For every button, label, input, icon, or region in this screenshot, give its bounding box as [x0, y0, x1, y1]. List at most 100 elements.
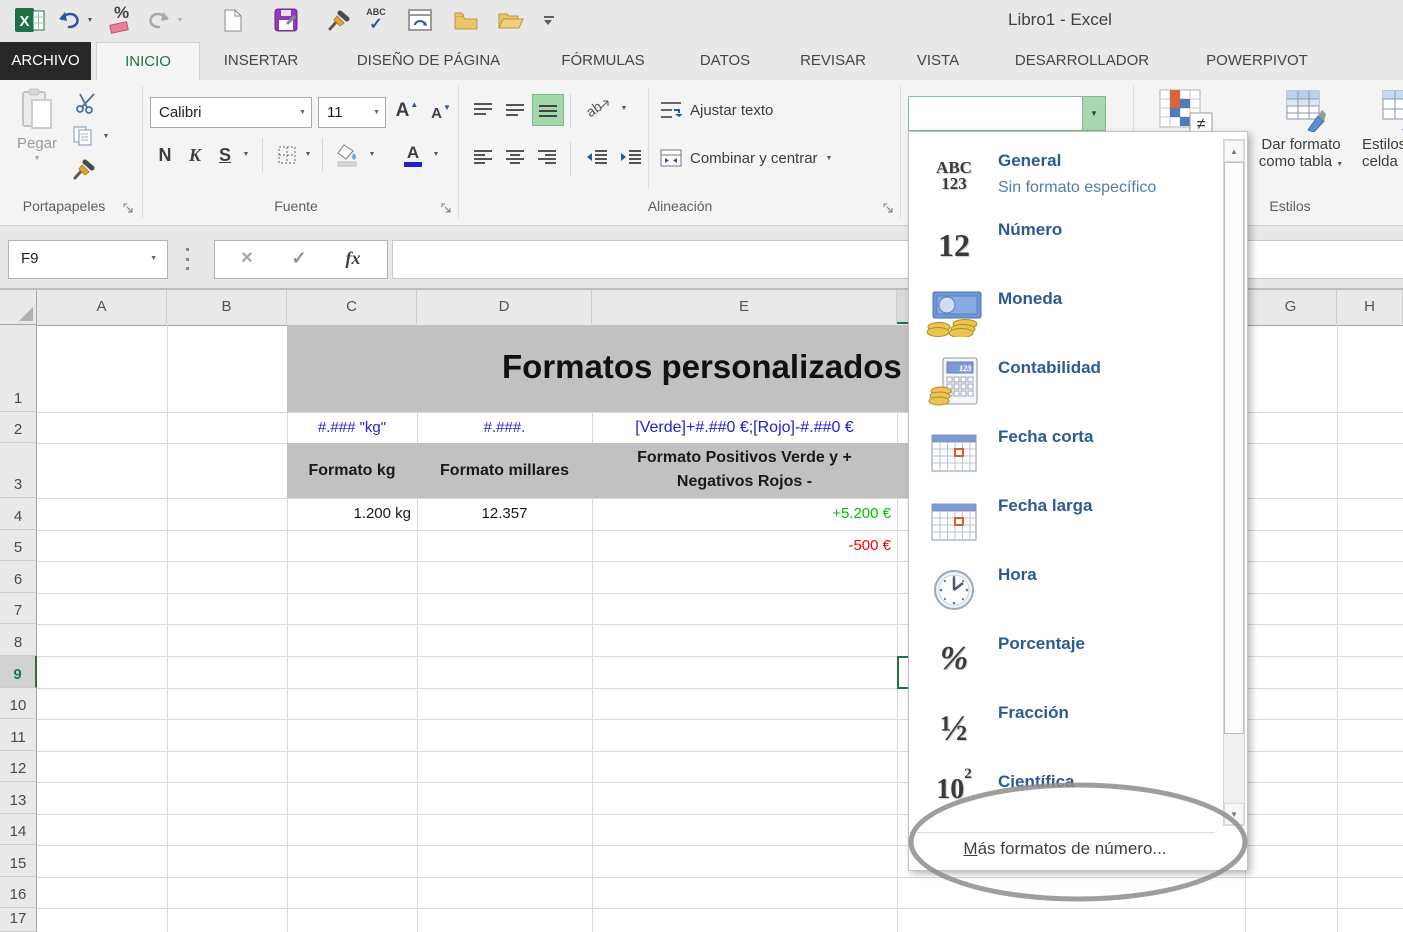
cell-c3-header-kg[interactable]: Formato kg [287, 443, 417, 498]
row-header-8[interactable]: 8 [0, 624, 37, 656]
format-option-general[interactable]: ABC123 General Sin formato específico [910, 142, 1220, 211]
column-header-B[interactable]: B [167, 290, 287, 324]
underline-dropdown-arrow-icon[interactable]: ▼ [240, 148, 252, 160]
increase-indent-button[interactable] [616, 142, 646, 172]
column-header-H[interactable]: H [1337, 290, 1403, 324]
row-header-7[interactable]: 7 [0, 593, 37, 624]
copy-button[interactable] [70, 124, 96, 148]
row-header-9[interactable]: 9 [0, 656, 37, 688]
open-recent-folder-button[interactable] [450, 4, 482, 36]
open-folder-button[interactable] [494, 4, 528, 36]
fill-color-button[interactable] [334, 140, 362, 170]
font-color-button[interactable]: A [400, 140, 426, 170]
cell-styles-button[interactable] [1382, 88, 1403, 134]
column-header-C[interactable]: C [287, 290, 417, 324]
cell-c4-value-kg[interactable]: 1.200 kg [287, 498, 411, 530]
format-option-contabilidad[interactable]: 123 Contabilidad [910, 349, 1220, 418]
align-bottom-button[interactable] [532, 94, 564, 126]
formula-input[interactable] [392, 240, 1403, 279]
column-header-A[interactable]: A [37, 290, 167, 324]
column-header-D[interactable]: D [417, 290, 592, 324]
font-family-combo[interactable]: Calibri ▼ [150, 97, 312, 128]
cell-e2-format-colors-code[interactable]: [Verde]+#.##0 €;[Rojo]-#.##0 € [592, 412, 897, 443]
decrease-font-button[interactable]: A▼ [426, 98, 456, 128]
orientation-button[interactable]: ab [582, 94, 614, 124]
cell-e3-header-colors[interactable]: Formato Positivos Verde y + Negativos Ro… [592, 446, 897, 496]
font-dialog-launcher-icon[interactable] [440, 202, 452, 214]
name-box-separator[interactable] [186, 248, 190, 270]
clear-formats-button[interactable]: % [106, 4, 140, 36]
name-box[interactable]: F9 ▼ [8, 240, 168, 279]
column-header-E[interactable]: E [592, 290, 897, 324]
spelling-button[interactable]: ABC ✓ [358, 4, 394, 36]
undo-dropdown-arrow-icon[interactable]: ▼ [84, 4, 96, 36]
wrap-text-button[interactable]: Ajustar texto [660, 98, 880, 122]
format-option-numero[interactable]: 12 Número [910, 211, 1220, 280]
align-top-button[interactable] [468, 94, 498, 124]
tab-vista[interactable]: VISTA [906, 42, 970, 80]
clipboard-dialog-launcher-icon[interactable] [122, 202, 134, 214]
format-option-hora[interactable]: Hora [910, 556, 1220, 625]
italic-button[interactable]: K [182, 140, 208, 170]
row-header-12[interactable]: 12 [0, 751, 37, 782]
increase-font-button[interactable]: A▲ [392, 96, 422, 126]
format-option-fecha-corta[interactable]: Fecha corta [910, 418, 1220, 487]
cell-d4-value-thousands[interactable]: 12.357 [417, 498, 592, 530]
format-option-fraccion[interactable]: ½ Fracción [910, 694, 1220, 763]
tab-inicio[interactable]: INICIO [96, 42, 200, 81]
undo-button[interactable] [54, 4, 84, 36]
tab-revisar[interactable]: REVISAR [795, 42, 871, 80]
row-header-5[interactable]: 5 [0, 530, 37, 561]
row-header-2[interactable]: 2 [0, 412, 37, 443]
decrease-indent-button[interactable] [582, 142, 612, 172]
tab-diseno-de-pagina[interactable]: DISEÑO DE PÁGINA [341, 42, 516, 80]
new-document-button[interactable] [218, 4, 248, 36]
underline-button[interactable]: S [212, 140, 238, 170]
number-format-dropdown-button[interactable]: ▼ [1082, 97, 1105, 130]
row-header-3[interactable]: 3 [0, 443, 37, 498]
redo-button[interactable] [144, 4, 174, 36]
column-header-G[interactable]: G [1245, 290, 1337, 324]
row-header-11[interactable]: 11 [0, 719, 37, 751]
row-header-17[interactable]: 17 [0, 908, 37, 932]
borders-button[interactable] [274, 142, 300, 168]
number-format-combo[interactable]: ▼ [908, 96, 1106, 131]
align-left-button[interactable] [468, 142, 498, 172]
align-right-button[interactable] [532, 142, 562, 172]
redo-dropdown-arrow-icon[interactable]: ▼ [174, 4, 186, 36]
row-header-15[interactable]: 15 [0, 845, 37, 877]
switch-windows-button[interactable] [404, 4, 436, 36]
format-painter-icon[interactable] [324, 4, 354, 36]
align-middle-button[interactable] [500, 94, 530, 124]
cell-e5-value-negative[interactable]: -500 € [592, 530, 891, 561]
cut-button[interactable] [72, 90, 100, 116]
format-option-cientifica[interactable]: 102 Científica [910, 763, 1220, 832]
alignment-dialog-launcher-icon[interactable] [882, 202, 894, 214]
merge-center-button[interactable]: Combinar y centrar ▼ [660, 146, 890, 170]
format-as-table-button[interactable] [1284, 88, 1328, 134]
row-header-14[interactable]: 14 [0, 814, 37, 845]
fill-color-dropdown-arrow-icon[interactable]: ▼ [366, 148, 378, 160]
select-all-button[interactable] [0, 290, 37, 325]
tab-powerpivot[interactable]: POWERPIVOT [1198, 42, 1316, 80]
cell-d2-format-thousands-code[interactable]: #.###. [417, 412, 592, 443]
borders-dropdown-arrow-icon[interactable]: ▼ [302, 148, 314, 160]
scroll-up-icon[interactable]: ▲ [1224, 140, 1244, 162]
tab-desarrollador[interactable]: DESARROLLADOR [1005, 42, 1159, 80]
align-center-button[interactable] [500, 142, 530, 172]
format-option-moneda[interactable]: Moneda [910, 280, 1220, 349]
save-button[interactable] [270, 4, 302, 36]
font-size-combo[interactable]: 11 ▼ [318, 97, 386, 128]
format-painter-button[interactable] [70, 156, 98, 182]
format-option-fecha-larga[interactable]: Fecha larga [910, 487, 1220, 556]
bold-button[interactable]: N [152, 140, 178, 170]
copy-dropdown-arrow-icon[interactable]: ▼ [100, 130, 112, 142]
insert-function-button[interactable]: fx [333, 241, 373, 276]
confirm-entry-button[interactable] [279, 241, 319, 276]
cell-styles-label[interactable]: Estilos de celda [1362, 136, 1403, 170]
orientation-dropdown-arrow-icon[interactable]: ▼ [618, 102, 630, 114]
cell-e4-value-positive[interactable]: +5.200 € [592, 498, 891, 530]
tab-formulas[interactable]: FÓRMULAS [547, 42, 659, 80]
format-as-table-label[interactable]: Dar formato como tabla ▼ [1243, 136, 1359, 170]
row-header-10[interactable]: 10 [0, 688, 37, 719]
